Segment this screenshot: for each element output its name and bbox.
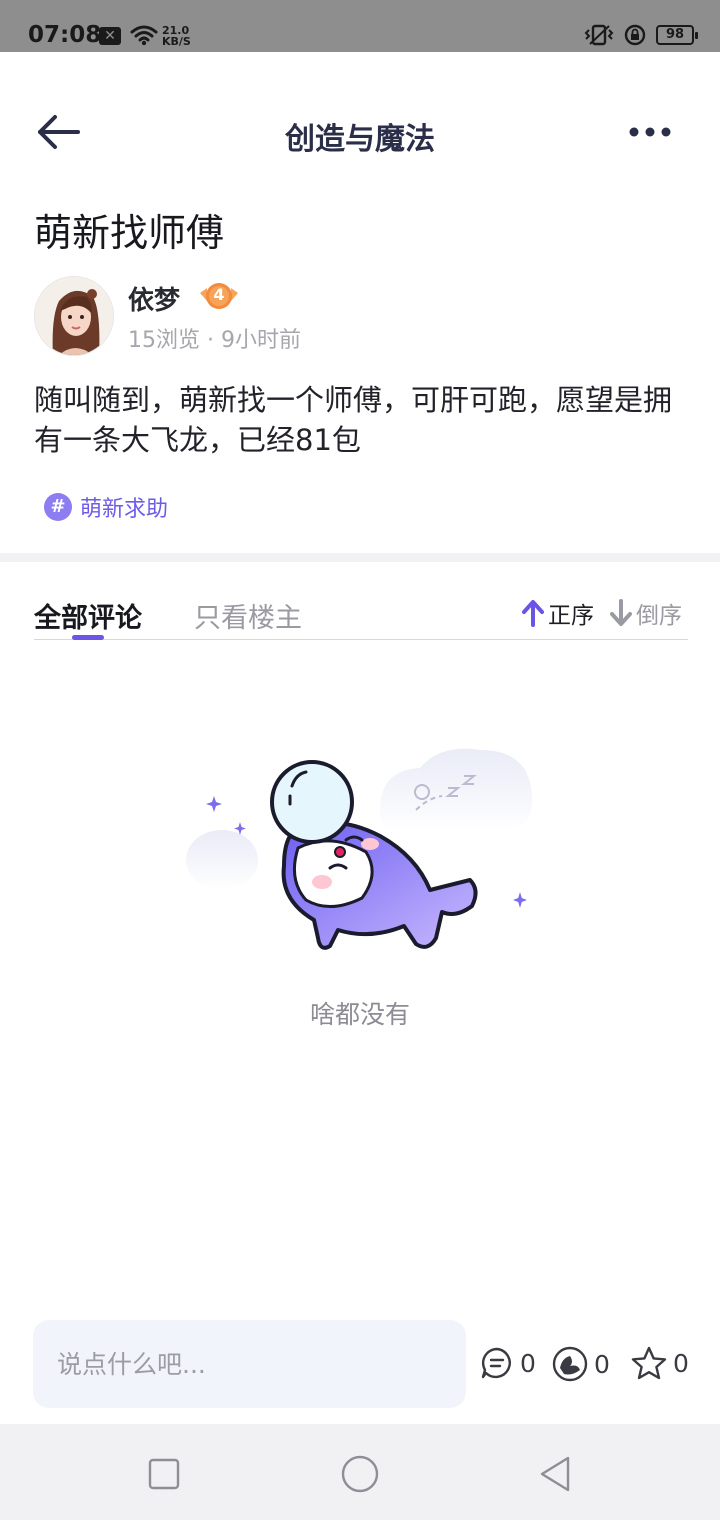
- back-triangle-icon[interactable]: [536, 1454, 576, 1494]
- tab-all-comments[interactable]: 全部评论: [34, 596, 142, 635]
- top-app-bar: 创造与魔法: [0, 52, 720, 212]
- like-count: 0: [594, 1349, 610, 1379]
- home-circle-icon[interactable]: [340, 1454, 380, 1494]
- sort-descending-label: 倒序: [636, 603, 682, 629]
- net-speed: 21.0 KB/S: [162, 24, 191, 48]
- comment-tabs: 全部评论 只看楼主 正序 倒序: [34, 590, 688, 640]
- arrow-down-icon: [610, 599, 632, 626]
- section-divider: [0, 553, 720, 562]
- favorite-count-button[interactable]: 0: [631, 1346, 689, 1380]
- star-icon: [631, 1346, 667, 1380]
- more-options-icon[interactable]: [624, 120, 676, 144]
- recent-apps-square-icon[interactable]: [144, 1454, 184, 1494]
- empty-state-text: 啥都没有: [309, 1000, 410, 1029]
- comment-bubble-icon: [481, 1347, 511, 1379]
- sort-ascending-button[interactable]: 正序: [522, 596, 594, 630]
- empty-state-dolphin-illustration: [186, 748, 532, 950]
- tab-owner-only[interactable]: 只看楼主: [194, 596, 302, 635]
- author-avatar[interactable]: [34, 276, 114, 356]
- like-count-button[interactable]: 0: [552, 1346, 610, 1382]
- rotation-lock-icon: [624, 24, 646, 46]
- comment-count-button[interactable]: 0: [480, 1346, 536, 1380]
- topic-tag-label: 萌新求助: [80, 497, 169, 522]
- topic-tag[interactable]: # 萌新求助: [44, 491, 168, 523]
- page-title: 创造与魔法: [285, 122, 435, 157]
- status-bar: 07:08 ✕ 21.0 KB/S 98: [0, 0, 720, 52]
- vibrate-icon: [584, 24, 614, 46]
- system-navigation-bar: [0, 1424, 720, 1520]
- avatar-portrait-image: [35, 277, 113, 355]
- sort-descending-button[interactable]: 倒序: [610, 596, 682, 630]
- like-icon: [552, 1346, 588, 1382]
- hashtag-icon: #: [44, 493, 72, 521]
- wifi-icon: [130, 25, 158, 46]
- post-meta: 15浏览 · 9小时前: [128, 328, 301, 353]
- battery-indicator: 98: [656, 25, 698, 45]
- favorite-count: 0: [673, 1348, 689, 1378]
- level-badge: 4: [198, 279, 240, 313]
- comment-count: 0: [520, 1348, 536, 1378]
- comment-input[interactable]: [33, 1320, 466, 1408]
- notification-x-icon: ✕: [99, 27, 121, 45]
- active-tab-indicator: [72, 635, 104, 640]
- sort-ascending-label: 正序: [548, 603, 594, 629]
- arrow-up-icon: [522, 600, 544, 627]
- post-title: 萌新找师傅: [34, 211, 225, 255]
- post-body: 随叫随到，萌新找一个师傅，可肝可跑，愿望是拥有一条大飞龙，已经81包: [34, 383, 673, 457]
- author-name[interactable]: 依梦: [128, 280, 180, 317]
- status-time: 07:08: [28, 22, 102, 48]
- level-number: 4: [213, 285, 225, 304]
